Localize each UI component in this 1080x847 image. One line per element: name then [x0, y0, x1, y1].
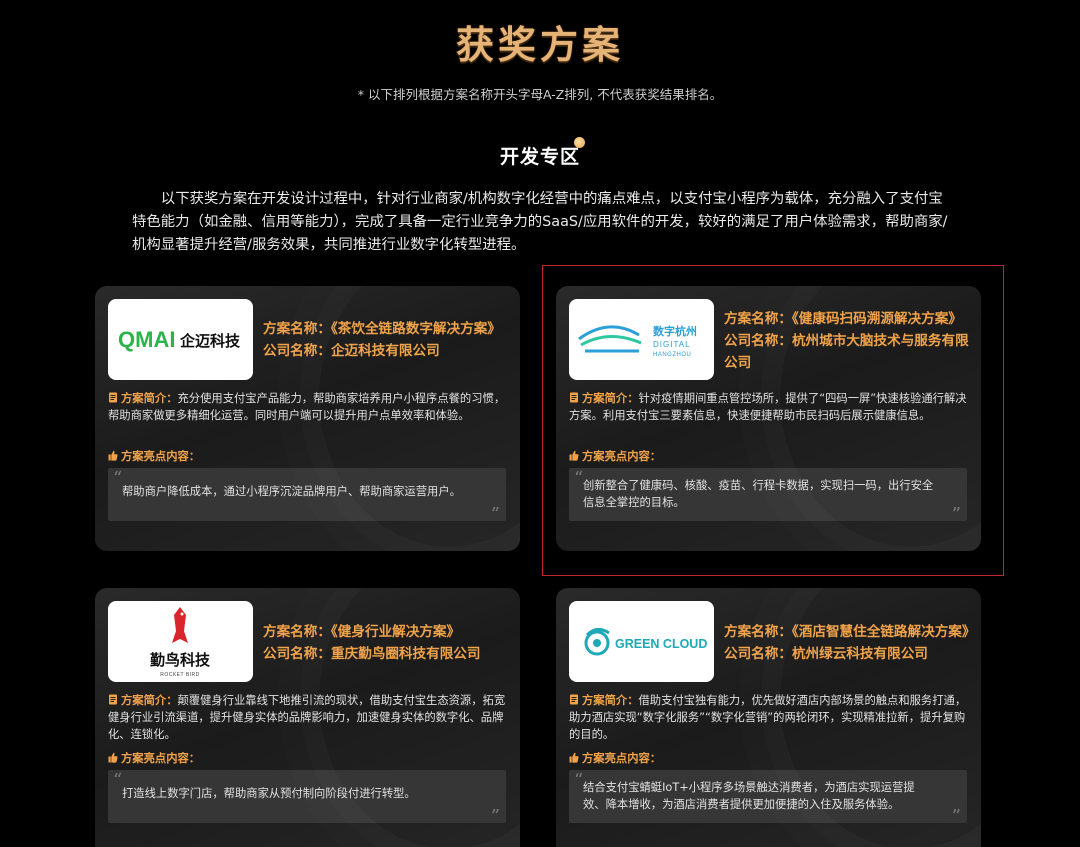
intro-label: 方案简介：	[121, 694, 178, 707]
plan-name: 方案名称：《茶饮全链路数字解决方案》	[263, 318, 508, 340]
quote-open-icon: “	[574, 770, 584, 791]
award-card-rocket-bird[interactable]: 勤鸟科技 ROCKET BIRD 方案名称：《健身行业解决方案》 公司名称：重庆…	[95, 588, 520, 847]
highlights-quote: “ 结合支付宝蜻蜓IoT+小程序多场景触达消费者，为酒店实现运营提效、降本增收，…	[569, 770, 967, 827]
highlight-text: 打造线上数字门店，帮助商家从预付制向阶段付进行转型。	[122, 787, 416, 800]
quote-close-icon: ”	[490, 806, 500, 827]
quote-close-icon: ”	[951, 806, 961, 827]
quote-open-icon: “	[113, 468, 123, 489]
plan-value: 《茶饮全链路数字解决方案》	[330, 321, 501, 337]
company-name: 公司名称：杭州绿云科技有限公司	[724, 643, 969, 665]
thumbs-up-icon	[569, 752, 579, 763]
company-name: 公司名称：企迈科技有限公司	[263, 340, 508, 362]
selection-outline	[542, 265, 1004, 576]
plan-value: 《健身行业解决方案》	[330, 624, 461, 640]
award-card-green-cloud[interactable]: GREEN CLOUD 方案名称：《酒店智慧住全链路解决方案》 公司名称：杭州绿…	[556, 588, 981, 847]
document-icon	[109, 392, 117, 403]
thumbs-up-icon	[108, 752, 118, 763]
green-cloud-logo-icon: GREEN CLOUD	[584, 628, 707, 656]
highlights-title: 方案亮点内容：	[569, 750, 661, 766]
page-title: 获奖方案	[455, 23, 624, 67]
logo-cn: 企迈科技	[179, 332, 241, 350]
company-logo: GREEN CLOUD	[569, 601, 714, 682]
section-title-text: 开发专区	[499, 146, 580, 168]
company-value: 杭州绿云科技有限公司	[791, 646, 928, 662]
highlights-quote: “ 帮助商户降低成本，通过小程序沉淀品牌用户、帮助商家运营用户。 ”	[108, 468, 506, 525]
highlights-label: 方案亮点内容：	[582, 752, 662, 765]
company-label: 公司名称：	[263, 646, 331, 662]
intro-label: 方案简介：	[582, 694, 639, 707]
highlights-quote: “ 打造线上数字门店，帮助商家从预付制向阶段付进行转型。 ”	[108, 770, 506, 827]
plan-label: 方案名称：	[263, 321, 331, 337]
logo-latin: ROCKET BIRD	[160, 672, 200, 678]
section-title: 开发专区	[0, 137, 1080, 169]
company-label: 公司名称：	[724, 646, 792, 662]
plan-intro: 方案简介：颠覆健身行业靠线下地推引流的现状，借助支付宝生态资源，拓宽健身行业引流…	[108, 692, 508, 743]
plan-name: 方案名称：《健身行业解决方案》	[263, 621, 508, 643]
plan-label: 方案名称：	[724, 624, 792, 640]
plan-value: 《酒店智慧住全链路解决方案》	[791, 624, 976, 640]
company-logo: 勤鸟科技 ROCKET BIRD	[108, 601, 253, 682]
highlights-label: 方案亮点内容：	[121, 450, 201, 463]
highlights-label: 方案亮点内容：	[121, 752, 201, 765]
quote-open-icon: “	[113, 770, 123, 791]
section-intro: 以下获奖方案在开发设计过程中，针对行业商家/机构数字化经营中的痛点难点，以支付宝…	[132, 191, 948, 253]
plan-name: 方案名称：《酒店智慧住全链路解决方案》	[724, 621, 979, 643]
logo-latin: GREEN CLOUD	[615, 637, 707, 651]
highlight-text: 帮助商户降低成本，通过小程序沉淀品牌用户、帮助商家运营用户。	[122, 485, 461, 498]
plan-intro: 方案简介：充分使用支付宝产品能力，帮助商家培养用户小程序点餐的习惯，帮助商家做更…	[108, 390, 508, 424]
plan-intro: 方案简介：借助支付宝独有能力，优先做好酒店内部场景的触点和服务打通，助力酒店实现…	[569, 692, 969, 743]
thumbs-up-icon	[108, 450, 118, 461]
intro-label: 方案简介：	[121, 392, 178, 405]
highlights-title: 方案亮点内容：	[108, 448, 200, 464]
document-icon	[109, 694, 117, 705]
decor-dot-icon	[574, 137, 585, 148]
company-logo: QMAI 企迈科技	[108, 299, 253, 380]
award-card-qmai[interactable]: QMAI 企迈科技 方案名称：《茶饮全链路数字解决方案》 公司名称：企迈科技有限…	[95, 286, 520, 551]
logo-cn: 勤鸟科技	[150, 651, 211, 669]
highlights-title: 方案亮点内容：	[108, 750, 200, 766]
highlight-text: 结合支付宝蜻蜓IoT+小程序多场景触达消费者，为酒店实现运营提效、降本增收，为酒…	[583, 781, 915, 811]
qmai-logo-icon: QMAI 企迈科技	[118, 327, 241, 352]
plan-label: 方案名称：	[263, 624, 331, 640]
rocket-bird-logo-icon: 勤鸟科技 ROCKET BIRD	[150, 607, 211, 678]
quote-close-icon: ”	[490, 504, 500, 525]
document-icon	[570, 694, 578, 705]
logo-latin: QMAI	[118, 327, 175, 352]
company-value: 重庆勤鸟圈科技有限公司	[330, 646, 481, 662]
company-name: 公司名称：重庆勤鸟圈科技有限公司	[263, 643, 508, 665]
sort-note: * 以下排列根据方案名称开头字母A-Z排列, 不代表获奖结果排名。	[357, 87, 723, 102]
company-value: 企迈科技有限公司	[330, 343, 440, 359]
company-label: 公司名称：	[263, 343, 331, 359]
